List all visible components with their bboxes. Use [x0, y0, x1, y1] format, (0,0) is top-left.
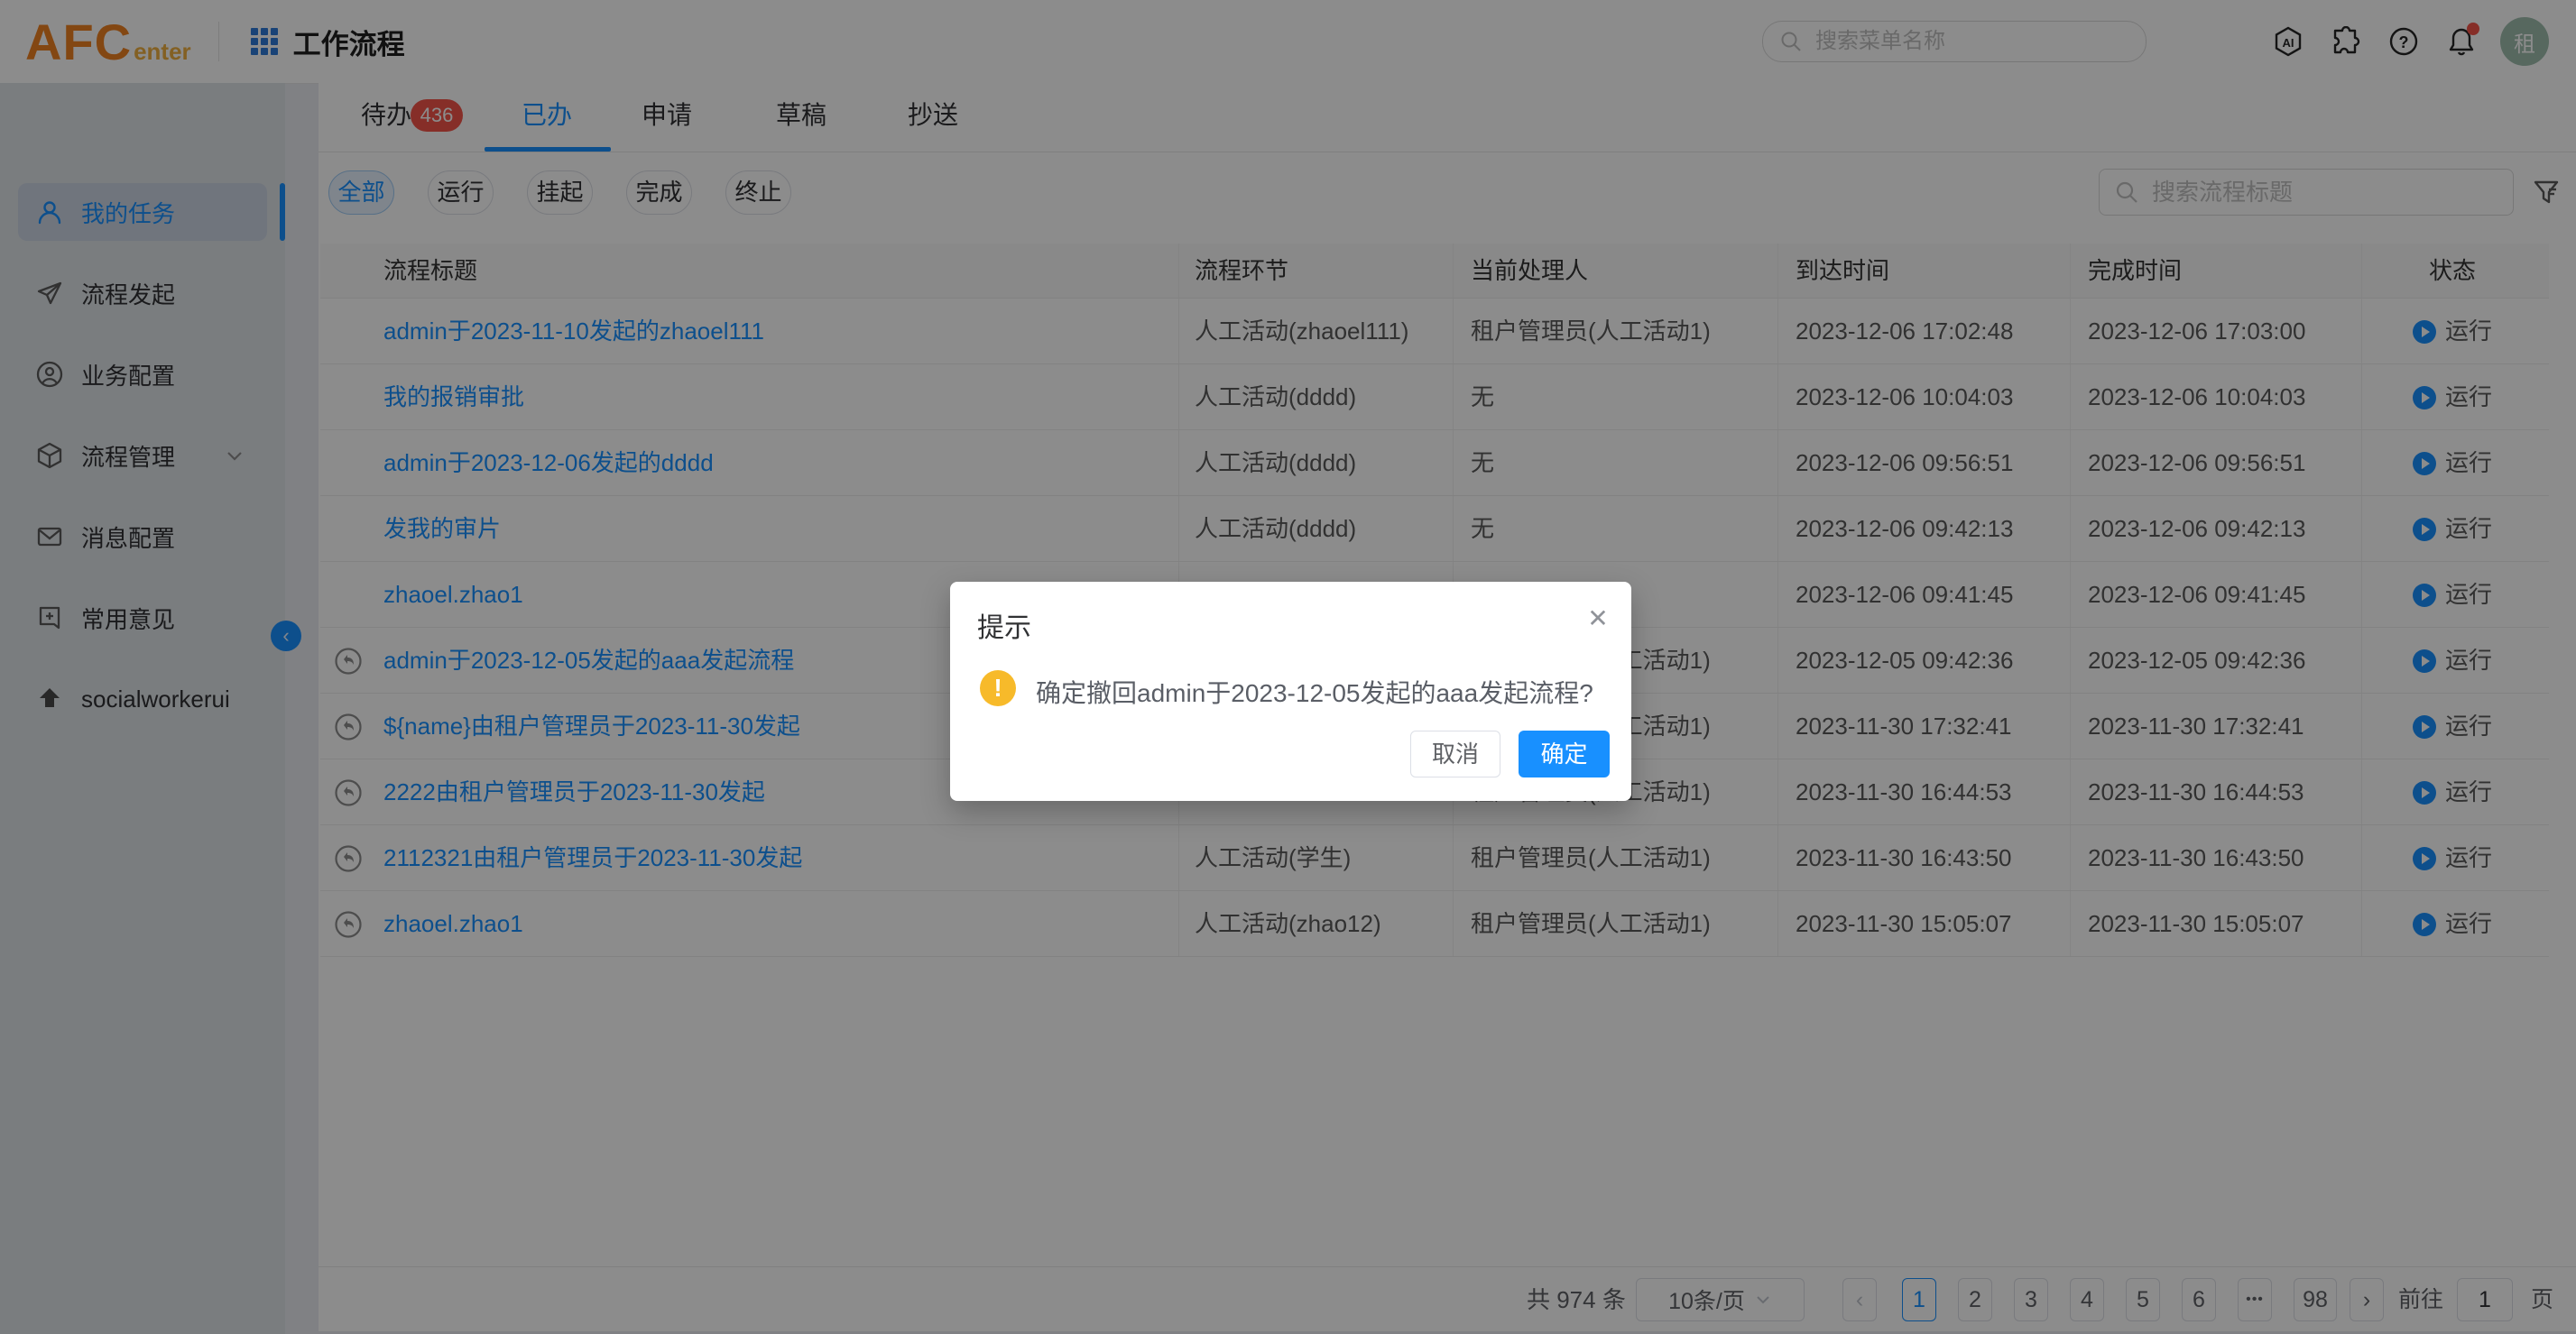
- confirm-dialog: 提示 ✕ ! 确定撤回admin于2023-12-05发起的aaa发起流程? 取…: [950, 582, 1631, 801]
- confirm-button[interactable]: 确定: [1519, 731, 1610, 777]
- dialog-title: 提示: [977, 605, 1031, 645]
- dialog-message: 确定撤回admin于2023-12-05发起的aaa发起流程?: [1036, 674, 1593, 710]
- warning-icon: !: [980, 670, 1016, 706]
- app-root: AFC enter 工作流程 AI: [0, 0, 2576, 1334]
- close-icon[interactable]: ✕: [1582, 602, 1614, 634]
- cancel-button[interactable]: 取消: [1410, 731, 1500, 777]
